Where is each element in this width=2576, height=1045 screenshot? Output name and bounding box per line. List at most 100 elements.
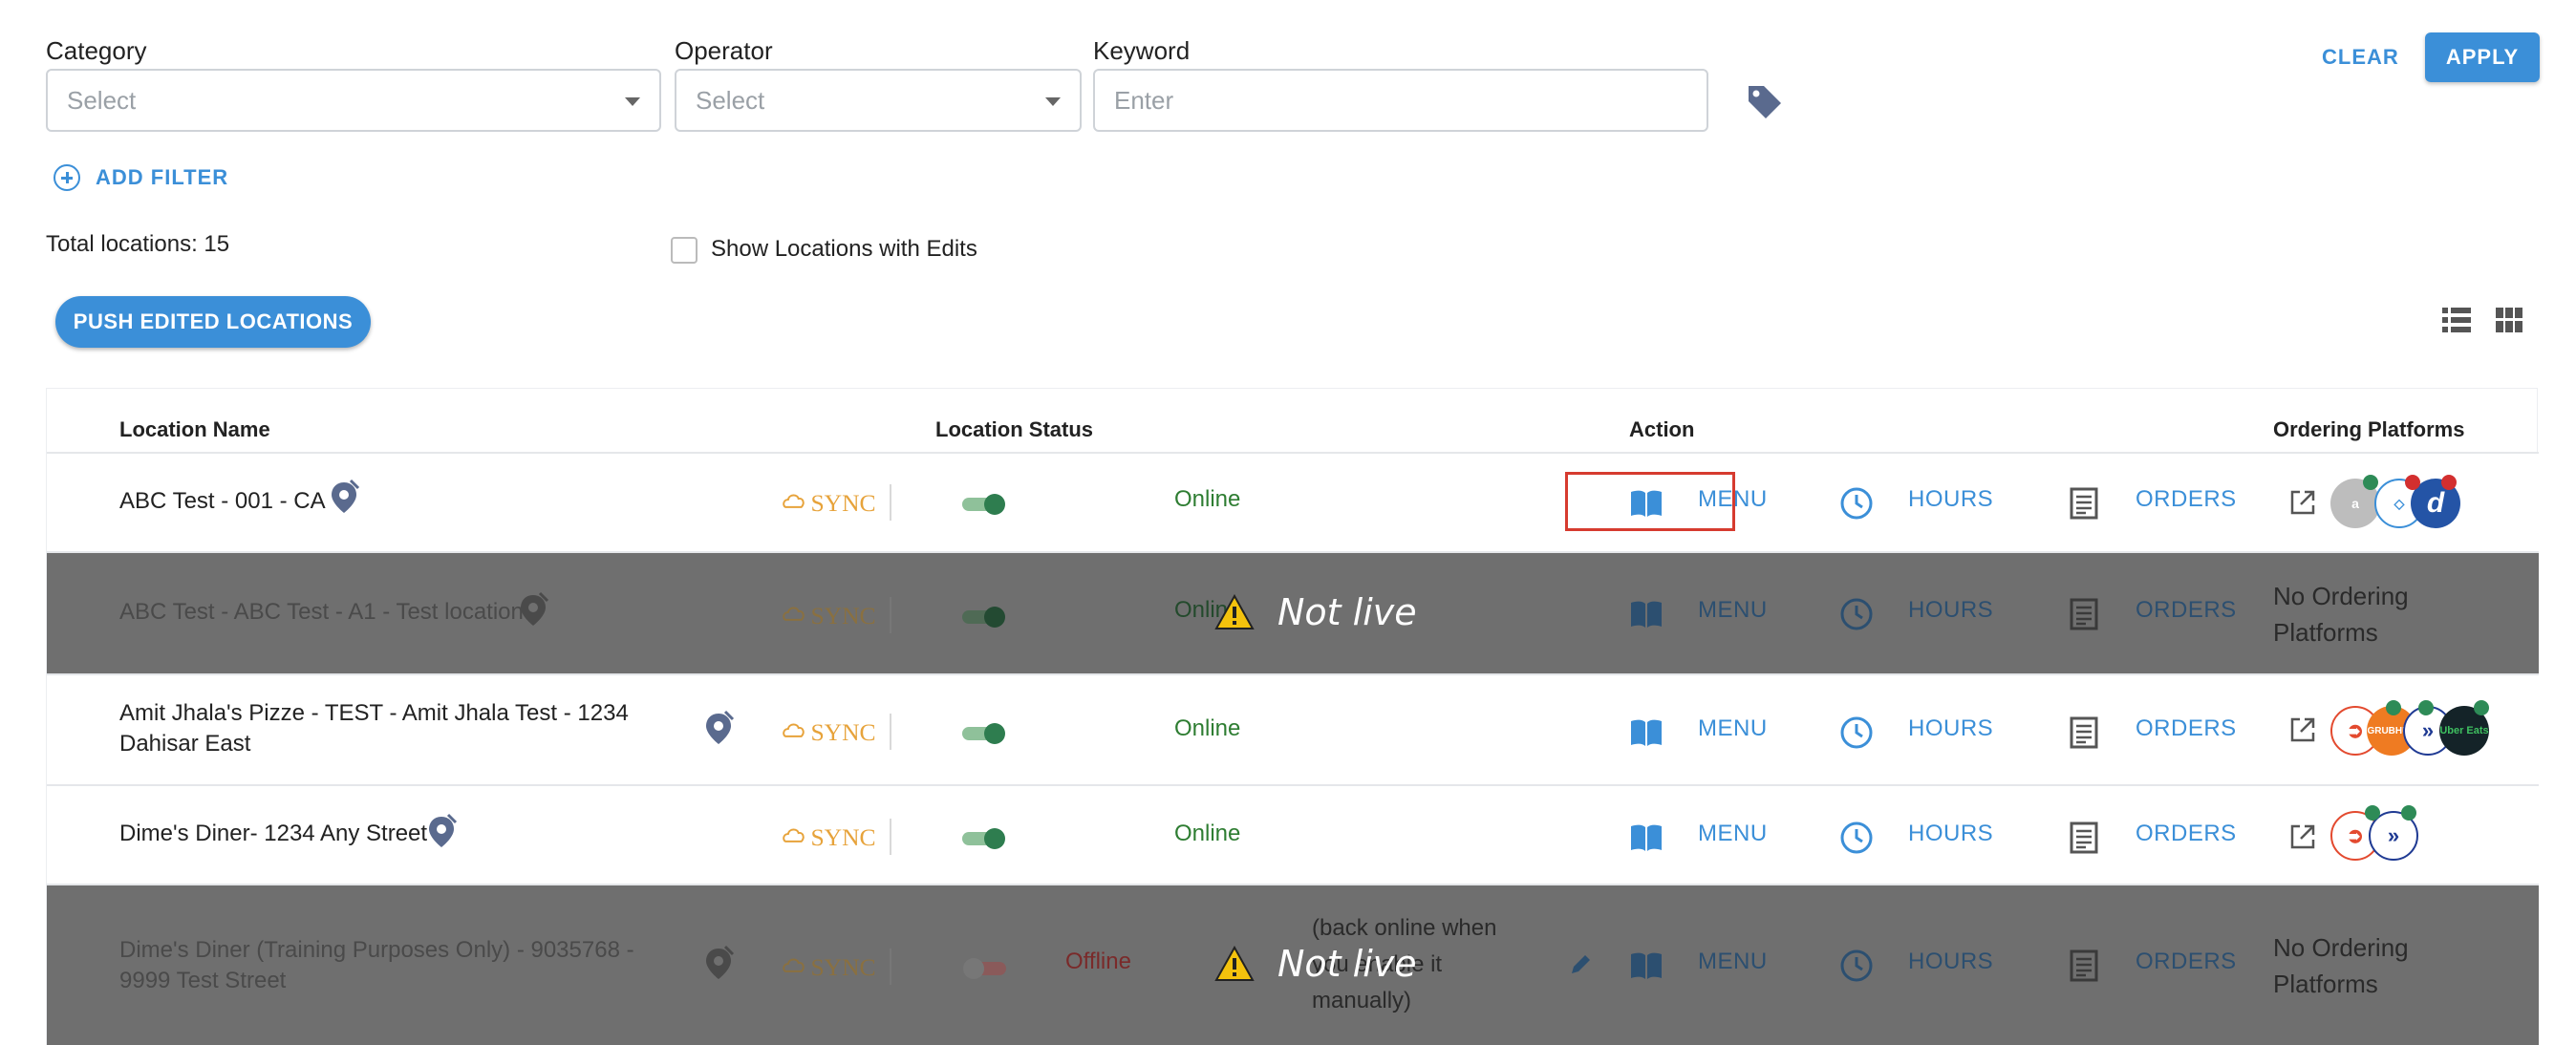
table-row: Dime's Diner (Training Purposes Only) - … bbox=[47, 884, 2539, 1045]
operator-placeholder: Select bbox=[696, 85, 765, 115]
clock-icon[interactable] bbox=[1839, 597, 1874, 631]
table-row: Dime's Diner- 1234 Any Street SYNC Onlin… bbox=[47, 784, 2539, 884]
clock-icon[interactable] bbox=[1839, 486, 1874, 521]
external-link-icon[interactable] bbox=[2288, 715, 2317, 744]
list-view-icon[interactable] bbox=[2442, 308, 2471, 332]
add-filter-button[interactable]: ADD FILTER bbox=[54, 164, 228, 191]
table-row: ABC Test - ABC Test - A1 - Test location… bbox=[47, 551, 2539, 673]
not-live-overlay: Not live bbox=[1214, 591, 1417, 633]
location-name[interactable]: ABC Test - 001 - CA bbox=[119, 486, 326, 517]
category-placeholder: Select bbox=[67, 85, 137, 115]
receipt-icon[interactable] bbox=[2067, 486, 2101, 521]
external-link-icon[interactable] bbox=[2288, 822, 2317, 851]
apply-button[interactable]: APPLY bbox=[2425, 32, 2540, 82]
location-name[interactable]: ABC Test - ABC Test - A1 - Test location bbox=[119, 597, 524, 628]
hours-link[interactable]: HOURS bbox=[1908, 486, 1993, 513]
menu-book-icon[interactable] bbox=[1629, 821, 1664, 855]
menu-book-icon[interactable] bbox=[1629, 715, 1664, 750]
status-text: Online bbox=[1174, 821, 1241, 846]
keyword-placeholder: Enter bbox=[1114, 85, 1174, 115]
clock-icon[interactable] bbox=[1839, 821, 1874, 855]
keyword-input[interactable]: Enter bbox=[1093, 69, 1708, 132]
operator-select[interactable]: Select bbox=[675, 69, 1082, 132]
add-filter-label: ADD FILTER bbox=[96, 165, 229, 189]
location-status-toggle[interactable] bbox=[960, 721, 1008, 744]
show-edits-label: Show Locations with Edits bbox=[711, 236, 977, 262]
external-link-icon[interactable] bbox=[2288, 488, 2317, 517]
orders-link[interactable]: ORDERS bbox=[2136, 597, 2237, 624]
receipt-icon[interactable] bbox=[2067, 949, 2101, 983]
table-row: Amit Jhala's Pizze - TEST - Amit Jhala T… bbox=[47, 673, 2539, 784]
sync-logo: SYNC bbox=[783, 484, 891, 521]
location-pin-icon[interactable] bbox=[517, 591, 549, 629]
status-text: Online bbox=[1174, 715, 1241, 741]
svg-text:SYNC: SYNC bbox=[810, 718, 875, 746]
svg-text:SYNC: SYNC bbox=[810, 489, 875, 517]
receipt-icon[interactable] bbox=[2067, 821, 2101, 855]
add-circle-icon bbox=[54, 164, 80, 191]
status-text: Offline bbox=[1065, 949, 1131, 974]
keyword-label: Keyword bbox=[1093, 36, 1191, 65]
menu-link[interactable]: MENU bbox=[1698, 715, 1768, 742]
category-select[interactable]: Select bbox=[46, 69, 661, 132]
receipt-icon[interactable] bbox=[2067, 715, 2101, 750]
not-live-label: Not live bbox=[1277, 591, 1417, 633]
location-status-toggle[interactable] bbox=[960, 492, 1008, 515]
location-pin-icon[interactable] bbox=[702, 710, 735, 748]
menu-book-icon[interactable] bbox=[1629, 597, 1664, 631]
header-ordering-platforms: Ordering Platforms bbox=[2273, 417, 2465, 441]
no-ordering-platforms: No Ordering Platforms bbox=[2273, 582, 2409, 647]
svg-text:SYNC: SYNC bbox=[810, 823, 875, 851]
operator-label: Operator bbox=[675, 36, 773, 65]
hours-link[interactable]: HOURS bbox=[1908, 715, 1993, 742]
orders-link[interactable]: ORDERS bbox=[2136, 715, 2237, 742]
hours-link[interactable]: HOURS bbox=[1908, 597, 1993, 624]
location-pin-icon[interactable] bbox=[328, 479, 360, 517]
warning-icon bbox=[1214, 594, 1255, 629]
status-dot bbox=[2386, 700, 2401, 715]
clear-button[interactable]: CLEAR bbox=[2322, 38, 2399, 76]
location-name[interactable]: Dime's Diner- 1234 Any Street bbox=[119, 819, 427, 849]
category-label: Category bbox=[46, 36, 147, 65]
location-pin-icon[interactable] bbox=[702, 945, 735, 983]
receipt-icon[interactable] bbox=[2067, 597, 2101, 631]
show-edits-checkbox[interactable] bbox=[671, 237, 698, 264]
location-status-toggle[interactable] bbox=[960, 826, 1008, 849]
sync-logo: SYNC bbox=[783, 949, 891, 985]
chevron-down-icon bbox=[625, 97, 640, 106]
chevron-down-icon bbox=[1045, 97, 1061, 106]
status-dot bbox=[2365, 805, 2380, 821]
sync-logo: SYNC bbox=[783, 597, 891, 633]
menu-link[interactable]: MENU bbox=[1698, 597, 1768, 624]
total-locations: Total locations: 15 bbox=[46, 231, 230, 257]
warning-icon bbox=[1214, 946, 1255, 981]
hours-link[interactable]: HOURS bbox=[1908, 821, 1993, 847]
location-status-toggle[interactable] bbox=[960, 956, 1008, 979]
menu-link[interactable]: MENU bbox=[1698, 949, 1768, 975]
status-text: Online bbox=[1174, 486, 1241, 512]
location-status-toggle[interactable] bbox=[960, 605, 1008, 628]
locations-table: Location Name Location Status Action Ord… bbox=[46, 388, 2539, 1045]
edit-pencil-icon[interactable] bbox=[1568, 952, 1593, 977]
menu-book-icon[interactable] bbox=[1629, 949, 1664, 983]
location-pin-icon[interactable] bbox=[425, 813, 458, 851]
orders-link[interactable]: ORDERS bbox=[2136, 949, 2237, 975]
sync-logo: SYNC bbox=[783, 819, 891, 855]
orders-link[interactable]: ORDERS bbox=[2136, 821, 2237, 847]
orders-link[interactable]: ORDERS bbox=[2136, 486, 2237, 513]
clock-icon[interactable] bbox=[1839, 949, 1874, 983]
status-dot bbox=[2441, 475, 2457, 490]
header-location-status: Location Status bbox=[935, 417, 1094, 441]
location-name[interactable]: Dime's Diner (Training Purposes Only) - … bbox=[119, 935, 674, 996]
hours-link[interactable]: HOURS bbox=[1908, 949, 1993, 975]
table-row: ABC Test - 001 - CA SYNC Online MENU HOU… bbox=[47, 452, 2539, 551]
status-dot bbox=[2401, 805, 2416, 821]
push-edited-locations-button[interactable]: PUSH EDITED LOCATIONS bbox=[55, 296, 371, 348]
grid-view-icon[interactable] bbox=[2496, 308, 2522, 332]
menu-link[interactable]: MENU bbox=[1698, 821, 1768, 847]
clock-icon[interactable] bbox=[1839, 715, 1874, 750]
no-ordering-platforms: No Ordering Platforms bbox=[2273, 933, 2409, 998]
tag-icon[interactable] bbox=[1745, 82, 1785, 120]
not-live-overlay: Not live bbox=[1214, 943, 1417, 985]
location-name[interactable]: Amit Jhala's Pizze - TEST - Amit Jhala T… bbox=[119, 698, 712, 759]
